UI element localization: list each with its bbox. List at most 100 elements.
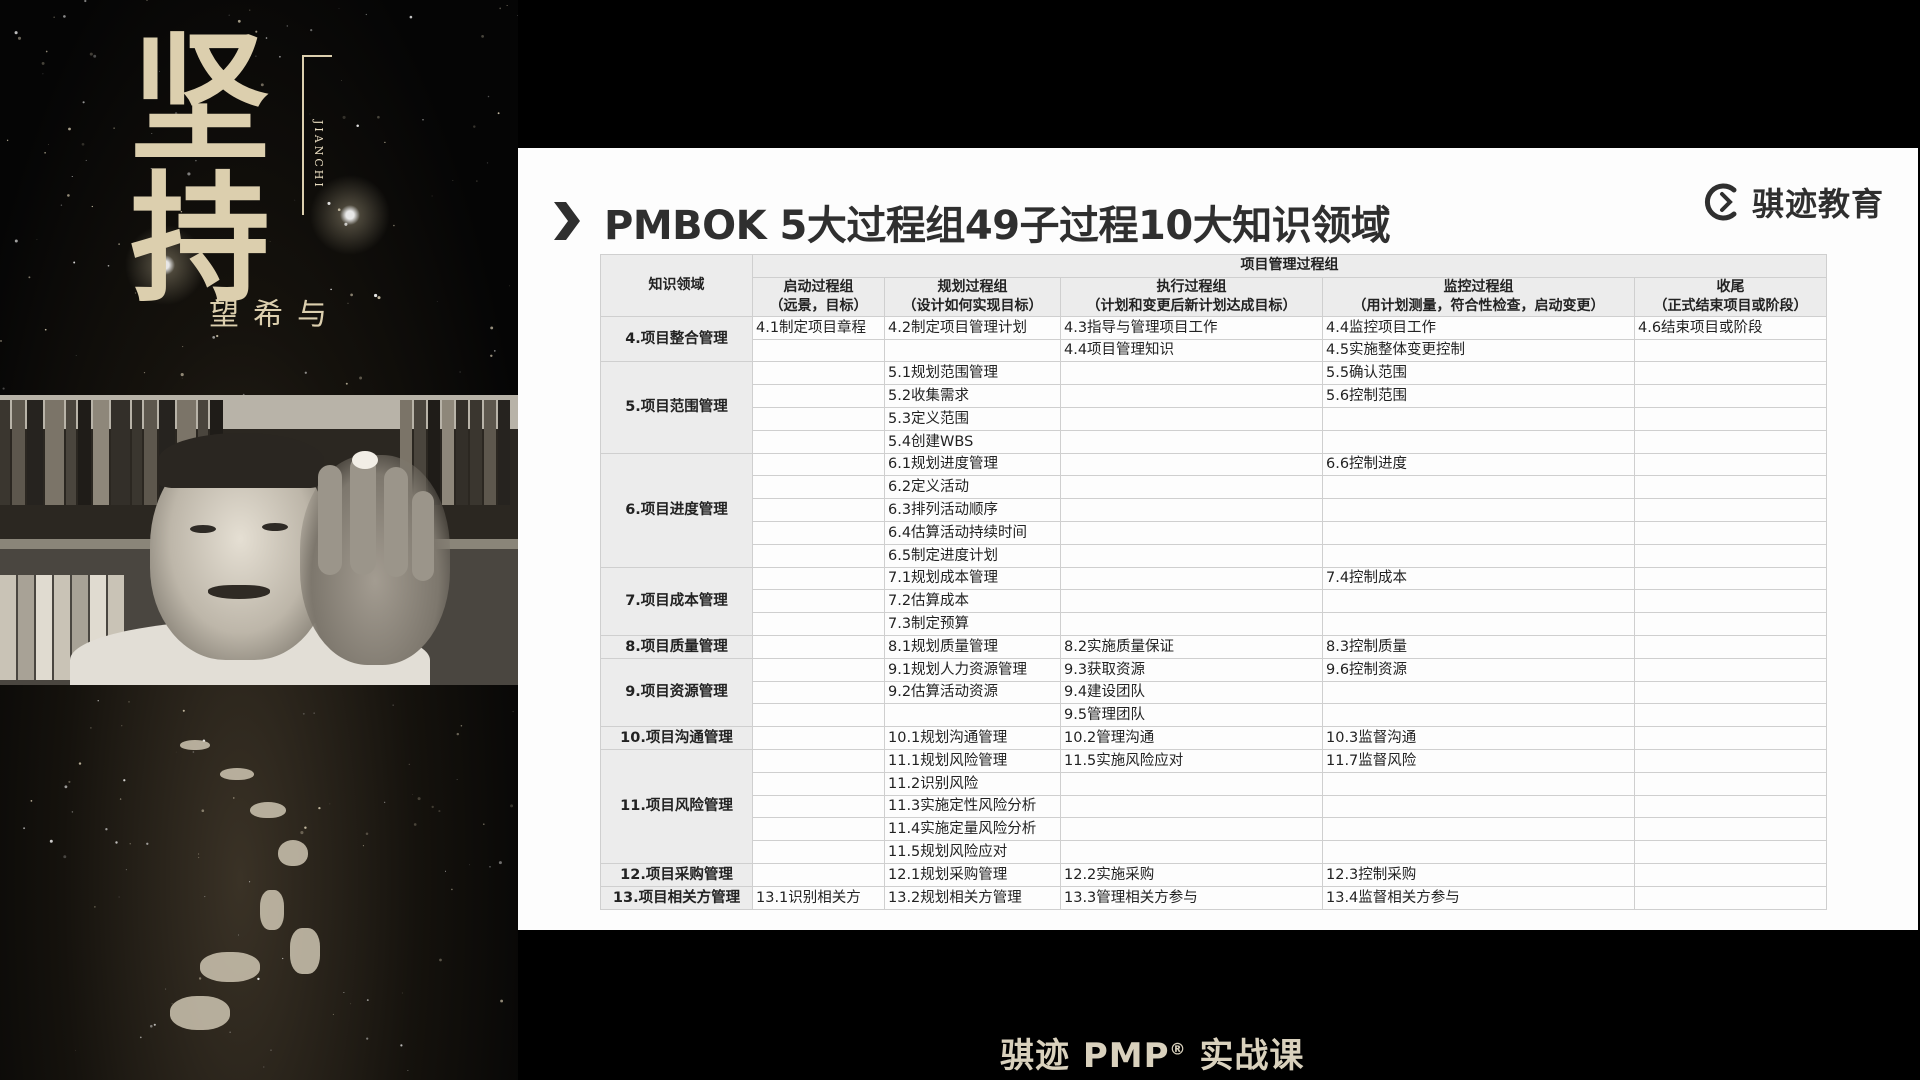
presenter-moustache (208, 585, 270, 599)
process-cell (752, 384, 885, 408)
process-cell: 5.1规划范围管理 (884, 361, 1061, 386)
process-cell: 4.5实施整体变更控制 (1322, 338, 1635, 363)
star-dot (500, 999, 504, 1003)
star-dot (509, 285, 510, 287)
star-dot (439, 958, 442, 962)
process-cell (1633, 840, 1828, 864)
process-cell: 13.3管理相关方参与 (1060, 885, 1323, 910)
book-spine (442, 400, 454, 505)
calligraphy-divider (302, 55, 304, 215)
star-dot (82, 101, 85, 104)
process-cell: 8.3控制质量 (1322, 634, 1635, 659)
process-cell: 13.2规划相关方管理 (884, 885, 1061, 910)
process-cell (1060, 817, 1323, 842)
star-dot (431, 805, 434, 809)
table-row: 11.3实施定性风险分析 (601, 794, 1828, 819)
process-cell (1633, 703, 1828, 728)
star-dot (118, 896, 120, 898)
star-dot (119, 798, 122, 800)
process-cell (1633, 726, 1828, 750)
process-cell: 9.2估算活动资源 (884, 680, 1061, 705)
star-dot (48, 144, 50, 145)
process-cell: 12.2实施采购 (1060, 862, 1323, 887)
process-cell (1322, 794, 1635, 819)
table-row: 11.2识别风险 (601, 771, 1828, 796)
process-group-name: 收尾 (1716, 278, 1745, 295)
table-row: 6.5制定进度计划 (601, 543, 1828, 568)
process-cell (752, 817, 885, 842)
webcam-video (0, 395, 518, 685)
star-dot (53, 16, 55, 18)
process-group-desc: （正式结束项目或阶段） (1653, 297, 1808, 314)
knowledge-area-cell: 13.项目相关方管理 (600, 885, 753, 910)
star-dot (451, 888, 453, 891)
process-group-name: 监控过程组 (1443, 278, 1514, 295)
process-cell (1060, 361, 1323, 386)
process-cell: 6.4估算活动持续时间 (884, 520, 1061, 545)
book-spine (470, 400, 482, 505)
process-cell: 13.4监督相关方参与 (1322, 885, 1635, 910)
process-cell (884, 338, 1061, 363)
process-cell: 6.3排列活动顺序 (884, 498, 1061, 522)
star-dot (139, 1036, 142, 1039)
book-spine (0, 400, 10, 505)
calligraphy-title: 坚持 与希望 JIANCHI (120, 30, 360, 360)
process-cell (752, 338, 885, 363)
star-dot (143, 372, 146, 374)
process-cell: 8.2实施质量保证 (1060, 634, 1323, 659)
star-dot (436, 301, 438, 302)
process-cell (1322, 429, 1635, 454)
brand-logo: 骐迹教育 (1700, 172, 1884, 232)
process-cell (1060, 520, 1323, 545)
star-dot (49, 839, 53, 843)
star-dot (60, 204, 63, 206)
star-dot (512, 711, 514, 713)
slide-title: PMBOK 5大过程组49子过程10大知识领域 (604, 203, 1391, 249)
star-dot (444, 870, 446, 872)
star-dot (401, 992, 403, 994)
book-spine (0, 575, 16, 680)
table-row: 11.4实施定量风险分析 (601, 817, 1828, 842)
process-cell: 9.4建设团队 (1060, 680, 1323, 705)
star-dot (121, 725, 123, 727)
process-group-header: 启动过程组 （远景，目标） (752, 276, 885, 317)
process-group-desc: （设计如何实现目标） (902, 297, 1043, 314)
star-dot (2, 387, 5, 390)
star-dot (73, 261, 76, 264)
process-cell (1322, 612, 1635, 636)
process-cell: 11.5实施风险应对 (1060, 748, 1323, 773)
star-dot (81, 142, 85, 146)
process-cell (1633, 429, 1828, 454)
process-cell (1633, 361, 1828, 386)
star-dot (377, 115, 380, 119)
calligraphy-sub: 与希望 (203, 298, 326, 332)
process-cell (752, 612, 885, 636)
presenter-finger (384, 467, 408, 577)
star-dot (487, 95, 490, 98)
area-column-header: 知识领域 (600, 254, 753, 317)
star-dot (68, 780, 71, 783)
process-cell: 10.2管理沟通 (1060, 726, 1323, 750)
book-spine (111, 400, 130, 505)
process-cell: 7.4控制成本 (1322, 566, 1635, 591)
process-cell (1060, 612, 1323, 636)
star-dot (490, 326, 494, 330)
process-cell: 9.5管理团队 (1060, 703, 1323, 728)
star-dot (150, 1024, 153, 1028)
star-dot (71, 811, 74, 813)
star-dot (67, 194, 70, 197)
star-dot (91, 205, 93, 208)
book-spine (66, 400, 76, 505)
table-row: 5.4创建WBS (601, 429, 1828, 454)
book-spine (144, 400, 157, 505)
process-cell (752, 475, 885, 500)
star-dot (456, 779, 458, 780)
process-cell (1633, 520, 1828, 545)
process-group-desc: （远景，目标） (769, 297, 868, 314)
process-cell (752, 361, 885, 386)
knowledge-area-cell: 6.项目进度管理 (600, 452, 753, 568)
process-cell (1060, 589, 1323, 614)
star-dot (36, 239, 38, 240)
star-dot (452, 180, 454, 181)
star-dot (14, 31, 18, 35)
